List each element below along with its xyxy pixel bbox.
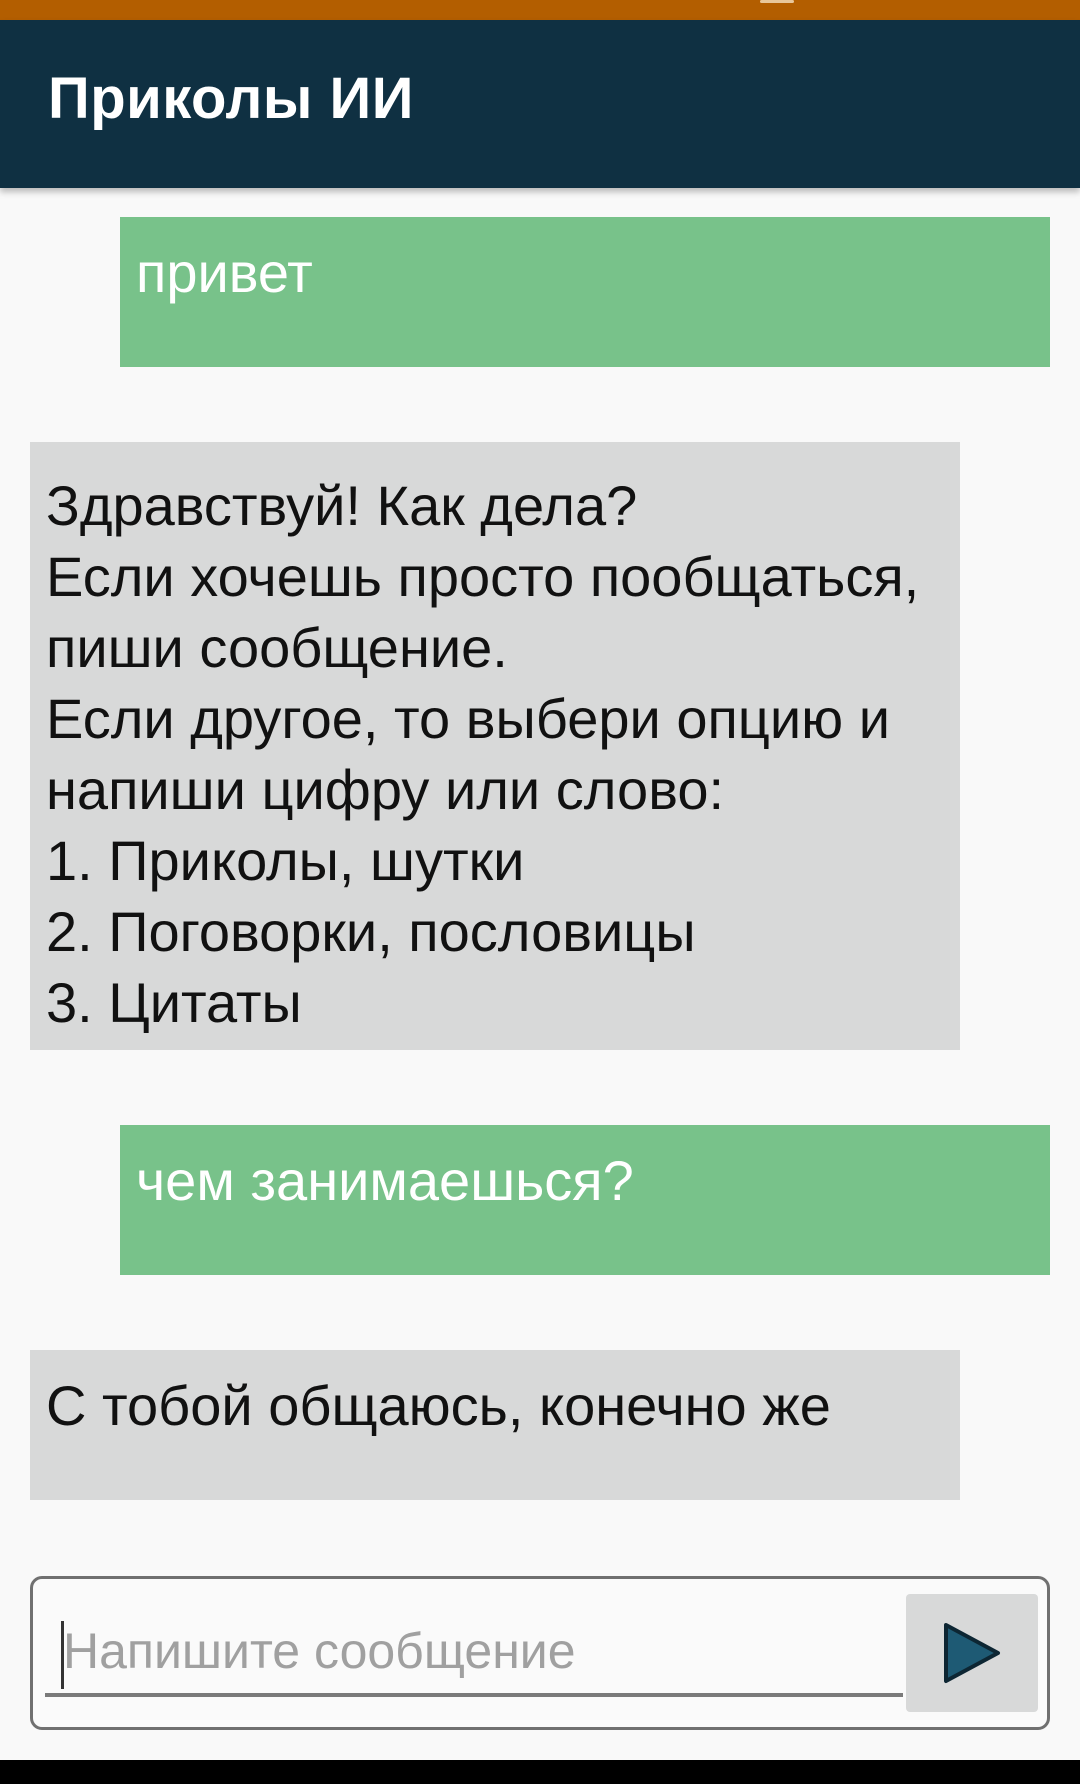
user-message: привет — [120, 217, 1050, 367]
navigation-bar — [0, 1760, 1080, 1784]
message-composer — [30, 1576, 1050, 1730]
bot-message: Здравствуй! Как дела? Если хочешь просто… — [30, 442, 960, 1050]
status-indicator — [760, 0, 794, 3]
send-button[interactable] — [906, 1594, 1038, 1712]
status-bar — [0, 0, 1080, 20]
app-title: Приколы ИИ — [48, 66, 414, 131]
play-triangle-icon — [944, 1623, 1000, 1683]
user-message: чем занимаешься? — [120, 1125, 1050, 1275]
chat-list[interactable]: привет Здравствуй! Как дела? Если хочешь… — [0, 188, 1080, 1568]
bot-message: С тобой общаюсь, конечно же — [30, 1350, 960, 1500]
message-input[interactable] — [45, 1609, 903, 1697]
text-cursor — [61, 1621, 64, 1689]
app-bar: Приколы ИИ — [0, 20, 1080, 188]
